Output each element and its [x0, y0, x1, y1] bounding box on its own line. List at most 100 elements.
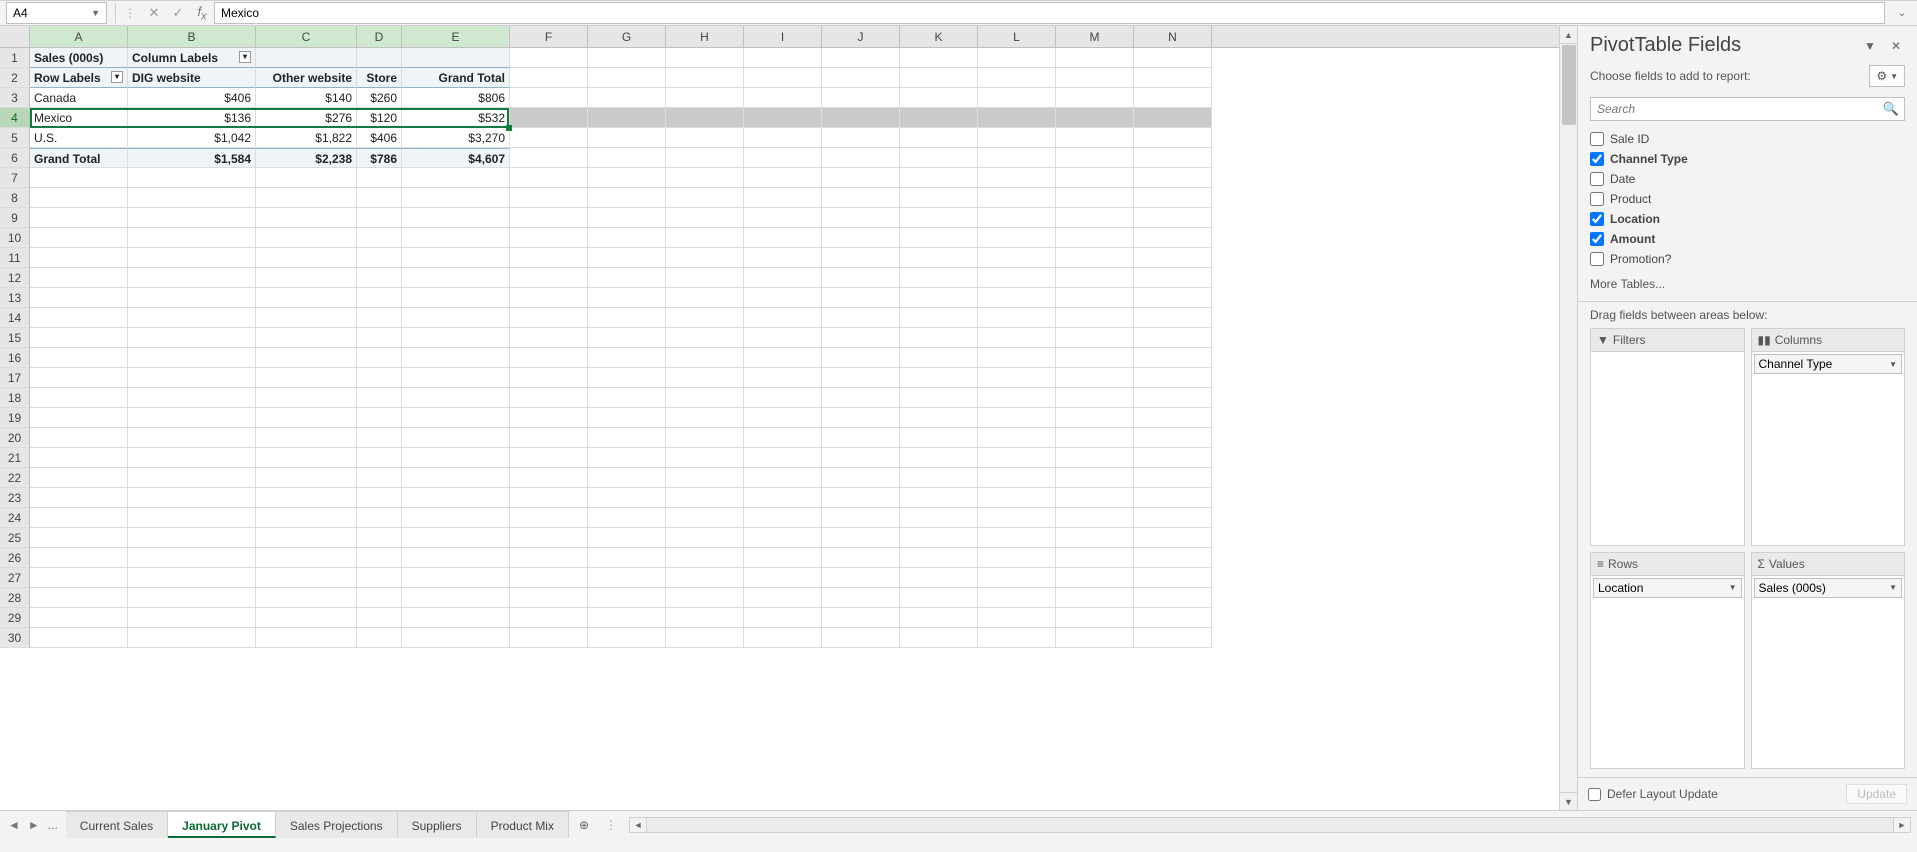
field-checkbox[interactable]	[1590, 152, 1604, 166]
cell[interactable]	[666, 208, 744, 228]
cell[interactable]	[357, 448, 402, 468]
cell[interactable]	[402, 268, 510, 288]
cell[interactable]	[588, 368, 666, 388]
cell[interactable]	[30, 348, 128, 368]
cell[interactable]	[900, 588, 978, 608]
cell[interactable]	[128, 208, 256, 228]
cell[interactable]	[128, 428, 256, 448]
rows-area[interactable]: ≡Rows Location▼	[1590, 552, 1745, 770]
cell[interactable]: $786	[357, 148, 402, 168]
cell[interactable]	[357, 528, 402, 548]
row-header[interactable]: 22	[0, 468, 30, 488]
cell[interactable]	[30, 248, 128, 268]
filter-dropdown-icon[interactable]: ▾	[239, 51, 251, 63]
cell[interactable]	[128, 468, 256, 488]
cell[interactable]	[402, 248, 510, 268]
cell[interactable]	[1134, 248, 1212, 268]
cell[interactable]	[978, 548, 1056, 568]
cell[interactable]	[30, 308, 128, 328]
cell[interactable]	[256, 448, 357, 468]
field-checkbox[interactable]	[1590, 132, 1604, 146]
cell[interactable]	[510, 188, 588, 208]
chevron-down-icon[interactable]: ▼	[1889, 583, 1897, 592]
cell[interactable]	[822, 188, 900, 208]
cell[interactable]	[256, 548, 357, 568]
cell[interactable]	[666, 128, 744, 148]
row-header[interactable]: 5	[0, 128, 30, 148]
sheet-tab[interactable]: Sales Projections	[276, 811, 398, 838]
field-chip[interactable]: Location▼	[1593, 578, 1742, 598]
cell[interactable]	[822, 68, 900, 88]
cell[interactable]	[978, 448, 1056, 468]
cell[interactable]	[357, 188, 402, 208]
cell[interactable]: $2,238	[256, 148, 357, 168]
cell[interactable]	[744, 368, 822, 388]
cell[interactable]	[1056, 208, 1134, 228]
cell[interactable]	[1056, 548, 1134, 568]
row-header[interactable]: 1	[0, 48, 30, 68]
cell[interactable]	[1056, 48, 1134, 68]
cell[interactable]	[666, 188, 744, 208]
cell[interactable]: Other website	[256, 68, 357, 88]
cell[interactable]	[357, 508, 402, 528]
cell[interactable]	[30, 548, 128, 568]
field-checkbox[interactable]	[1590, 212, 1604, 226]
cell[interactable]	[30, 228, 128, 248]
cell[interactable]	[900, 248, 978, 268]
cell[interactable]	[666, 568, 744, 588]
cell[interactable]	[822, 628, 900, 648]
cell[interactable]	[978, 268, 1056, 288]
cell[interactable]	[1056, 608, 1134, 628]
cell[interactable]	[256, 468, 357, 488]
field-item[interactable]: Location	[1590, 209, 1905, 229]
cell[interactable]	[128, 448, 256, 468]
cell[interactable]	[510, 308, 588, 328]
cell[interactable]	[744, 588, 822, 608]
cell[interactable]	[510, 428, 588, 448]
cell[interactable]	[128, 188, 256, 208]
cell[interactable]	[588, 548, 666, 568]
cell[interactable]	[256, 488, 357, 508]
cell[interactable]	[128, 488, 256, 508]
cell[interactable]	[1056, 308, 1134, 328]
field-item[interactable]: Promotion?	[1590, 249, 1905, 269]
cell[interactable]	[30, 568, 128, 588]
cell[interactable]	[900, 528, 978, 548]
cell[interactable]	[256, 408, 357, 428]
cell[interactable]	[822, 128, 900, 148]
col-header[interactable]: L	[978, 26, 1056, 47]
fx-icon[interactable]: fx	[190, 4, 214, 23]
cell[interactable]	[822, 48, 900, 68]
cell[interactable]	[822, 508, 900, 528]
cell[interactable]	[256, 368, 357, 388]
cell[interactable]	[256, 348, 357, 368]
cell[interactable]	[588, 228, 666, 248]
row-header[interactable]: 30	[0, 628, 30, 648]
cell[interactable]	[402, 488, 510, 508]
columns-area[interactable]: ▮▮Columns Channel Type▼	[1751, 328, 1906, 546]
cell[interactable]	[128, 268, 256, 288]
row-header[interactable]: 7	[0, 168, 30, 188]
cell[interactable]	[510, 588, 588, 608]
cell[interactable]	[510, 228, 588, 248]
cell[interactable]	[1056, 568, 1134, 588]
cell[interactable]	[978, 68, 1056, 88]
horizontal-scrollbar[interactable]: ◄ ►	[623, 817, 1917, 833]
cell[interactable]	[402, 448, 510, 468]
cell[interactable]	[402, 408, 510, 428]
cell[interactable]	[900, 48, 978, 68]
cell[interactable]	[1056, 348, 1134, 368]
cell[interactable]	[900, 128, 978, 148]
cell[interactable]: Grand Total	[402, 68, 510, 88]
cell[interactable]	[822, 148, 900, 168]
cell[interactable]	[978, 288, 1056, 308]
cell[interactable]	[900, 628, 978, 648]
cell[interactable]	[666, 68, 744, 88]
cell[interactable]	[128, 608, 256, 628]
cell[interactable]	[402, 168, 510, 188]
cell[interactable]	[666, 468, 744, 488]
cell[interactable]	[510, 468, 588, 488]
cell[interactable]	[30, 628, 128, 648]
scroll-track[interactable]	[647, 817, 1893, 833]
cell[interactable]	[30, 388, 128, 408]
